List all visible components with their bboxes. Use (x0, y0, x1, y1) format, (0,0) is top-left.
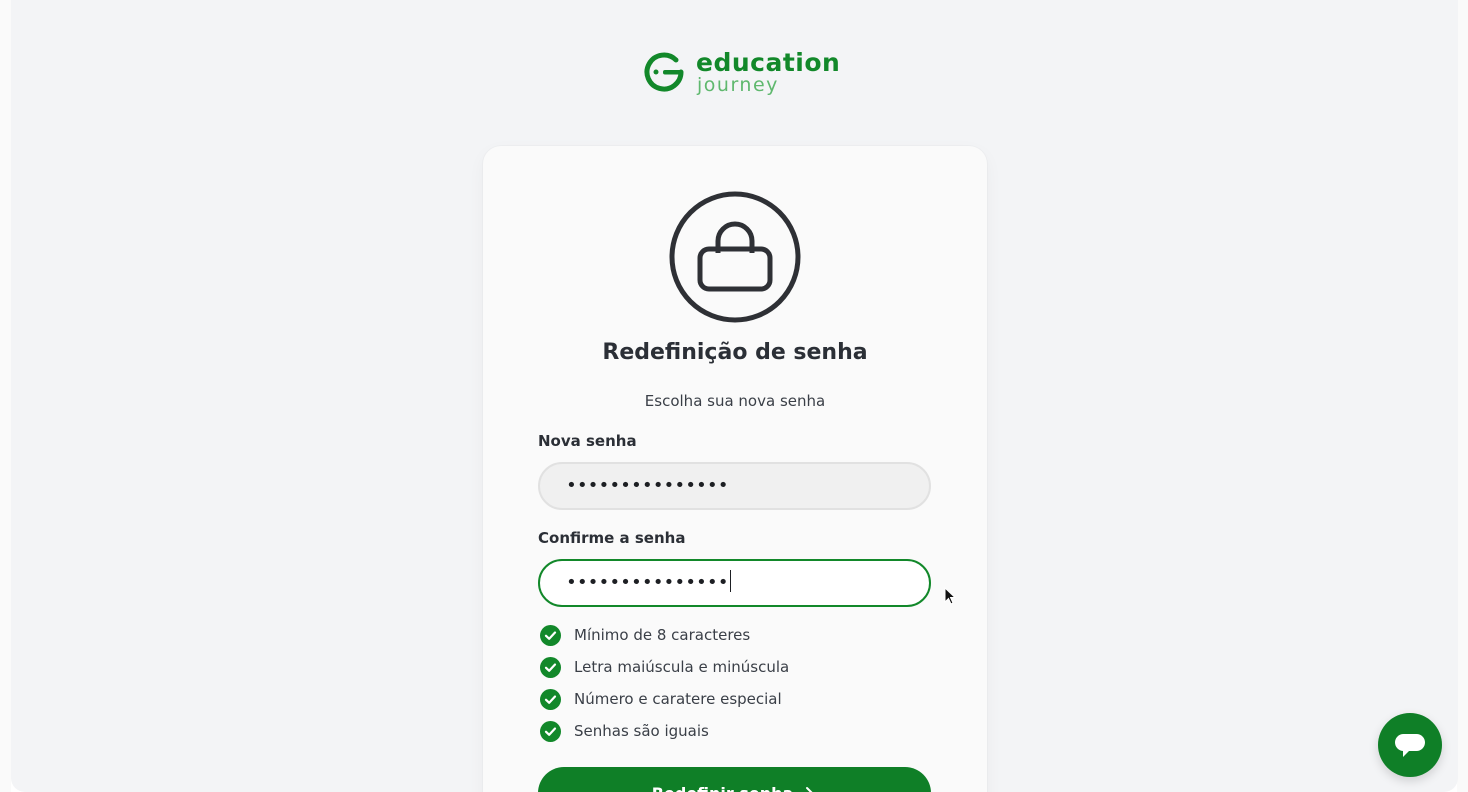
check-circle-icon (540, 656, 561, 678)
requirement-item: Número e caratere especial (540, 688, 782, 710)
page-title: Redefinição de senha (602, 340, 868, 365)
education-journey-logo[interactable]: education journey (643, 48, 840, 98)
confirm-password-label: Confirme a senha (538, 529, 686, 547)
window-edge-right (1457, 0, 1468, 792)
confirm-password-value: ••••••••••••••• (566, 572, 729, 593)
requirement-label: Número e caratere especial (574, 690, 782, 708)
logo-text-journey: journey (697, 74, 779, 96)
requirement-label: Mínimo de 8 caracteres (574, 626, 751, 644)
logo-e-icon (644, 52, 684, 92)
lock-icon (669, 191, 801, 323)
reset-password-button-label: Redefinir senha (652, 784, 794, 792)
check-circle-icon (540, 688, 561, 710)
new-password-value: ••••••••••••••• (566, 475, 729, 496)
new-password-input[interactable]: ••••••••••••••• (538, 462, 931, 510)
mouse-pointer-icon (944, 587, 956, 605)
new-password-label: Nova senha (538, 432, 637, 450)
reset-password-button[interactable]: Redefinir senha (538, 767, 931, 792)
window-edge-left (0, 0, 11, 792)
requirement-item: Letra maiúscula e minúscula (540, 656, 789, 678)
confirm-password-input[interactable]: ••••••••••••••• (538, 559, 931, 607)
page-subtitle: Escolha sua nova senha (644, 392, 826, 410)
password-reset-card: Redefinição de senha Escolha sua nova se… (483, 146, 987, 792)
text-caret (729, 570, 732, 592)
requirement-label: Letra maiúscula e minúscula (574, 658, 790, 676)
chat-button[interactable] (1378, 713, 1442, 777)
check-circle-icon (540, 624, 561, 646)
requirement-item: Senhas são iguais (540, 720, 709, 742)
requirement-item: Mínimo de 8 caracteres (540, 624, 750, 646)
arrow-right-icon (806, 787, 813, 792)
chat-bubble-icon (1395, 734, 1425, 757)
requirement-label: Senhas são iguais (574, 722, 709, 740)
check-circle-icon (540, 720, 561, 742)
